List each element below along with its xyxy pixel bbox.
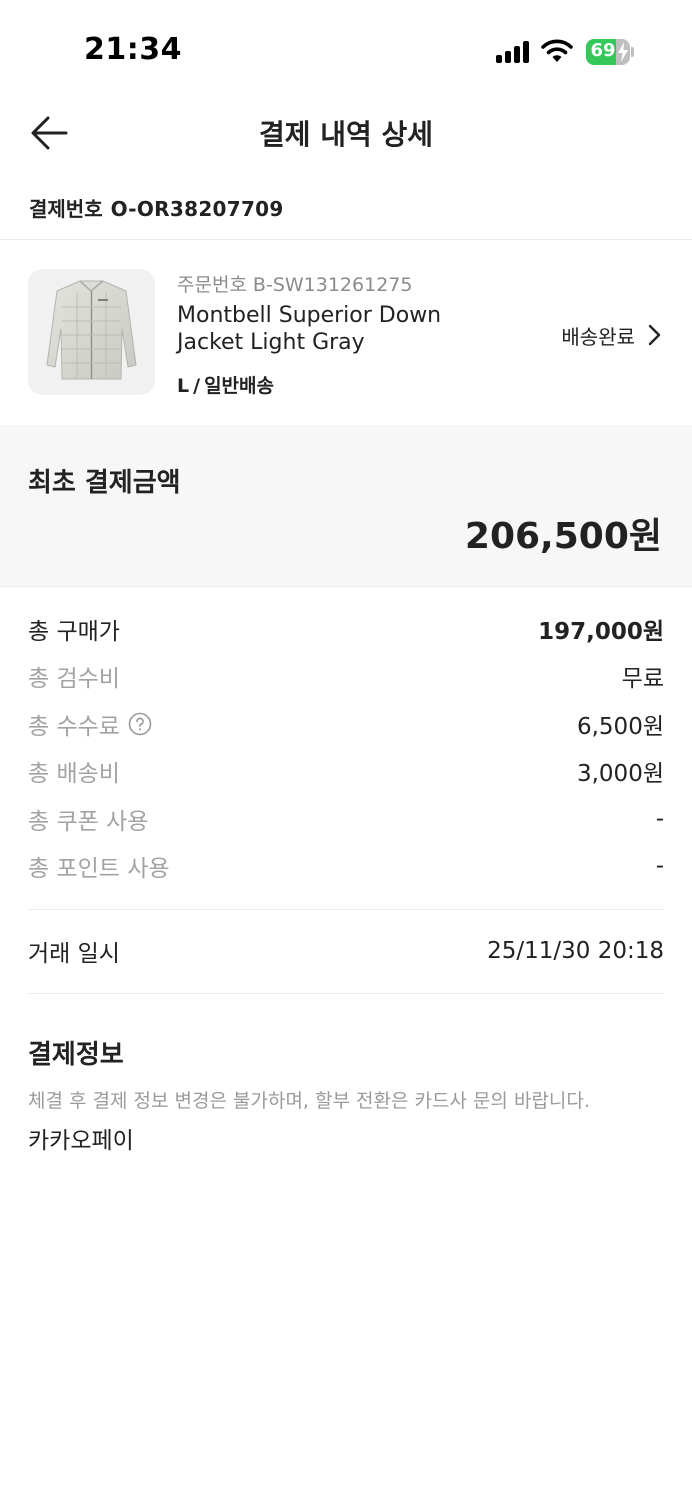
row-label: 총 구매가 (28, 619, 120, 645)
product-name[interactable]: Montbell Superior Down Jacket Light Gray (177, 302, 487, 356)
row-label: 총 검수비 (28, 666, 120, 692)
row-label: 총 포인트 사용 (28, 856, 170, 882)
cellular-signal-icon (496, 41, 530, 63)
product-size: L (177, 375, 190, 397)
shipping-type: 일반배송 (204, 375, 274, 397)
initial-payment-amount: 206,500원 (464, 516, 662, 557)
row-value: 3,000원 (576, 761, 664, 787)
payment-number-label: 결제번호 (29, 197, 103, 221)
total-shipping-fee-row: 총 배송비 3,000원 (28, 755, 664, 787)
delivery-status-link[interactable]: 배송완료 (561, 320, 662, 350)
row-value: 무료 (621, 666, 664, 692)
transaction-datetime-label: 거래 일시 (28, 941, 120, 967)
chevron-right-icon (648, 324, 661, 346)
question-help-icon[interactable] (128, 712, 152, 736)
payment-method: 카카오페이 (28, 1128, 134, 1154)
total-coupon-row: 총 쿠폰 사용 - (28, 803, 664, 835)
battery-indicator: 69 (586, 39, 634, 65)
order-number-label: 주문번호 (177, 274, 247, 296)
row-label: 총 배송비 (28, 761, 120, 787)
status-time: 21:34 (84, 32, 182, 67)
transaction-datetime-row: 거래 일시 25/11/30 20:18 (28, 935, 664, 967)
payment-info-title: 결제정보 (28, 1040, 124, 1070)
divider (0, 239, 692, 240)
total-purchase-price-row: 총 구매가 197,000원 (28, 613, 664, 645)
row-value: 197,000원 (538, 619, 664, 645)
row-label: 총 수수료 (28, 714, 120, 740)
option-separator: / (193, 375, 201, 397)
divider (28, 993, 664, 994)
top-navigation-bar: 결제 내역 상세 (0, 100, 692, 166)
initial-payment-label: 최초 결제금액 (28, 468, 181, 498)
order-number: 주문번호 B-SW131261275 (177, 270, 412, 297)
wifi-icon (541, 39, 573, 62)
row-value: - (655, 853, 664, 879)
payment-info-notice: 체결 후 결제 정보 변경은 불가하며, 할부 전환은 카드사 문의 바랍니다. (28, 1090, 590, 1112)
product-row[interactable]: 주문번호 B-SW131261275 Montbell Superior Down… (0, 241, 692, 424)
total-commission-row: 총 수수료 6,500원 (28, 708, 664, 740)
status-bar: 21:34 69 (0, 0, 692, 100)
charging-bolt-icon (618, 42, 628, 62)
payment-number-value: O-OR38207709 (110, 197, 284, 221)
row-label: 총 쿠폰 사용 (28, 809, 149, 835)
total-points-row: 총 포인트 사용 - (28, 850, 664, 882)
transaction-datetime-value: 25/11/30 20:18 (487, 938, 664, 964)
payment-number: 결제번호 O-OR38207709 (29, 193, 284, 222)
initial-payment-summary: 최초 결제금액 206,500원 (0, 425, 692, 587)
row-value: 6,500원 (576, 714, 664, 740)
order-number-value: B-SW131261275 (252, 274, 413, 296)
row-label-with-help: 총 수수료 (28, 707, 152, 741)
jacket-image (46, 280, 137, 380)
product-option: L / 일반배송 (177, 371, 274, 398)
product-thumbnail[interactable] (28, 269, 155, 395)
total-inspection-fee-row: 총 검수비 무료 (28, 660, 664, 692)
divider (28, 909, 664, 910)
delivery-status-label: 배송완료 (561, 324, 635, 349)
battery-percent: 69 (590, 40, 616, 61)
row-value: - (655, 806, 664, 832)
page-title: 결제 내역 상세 (258, 118, 434, 151)
